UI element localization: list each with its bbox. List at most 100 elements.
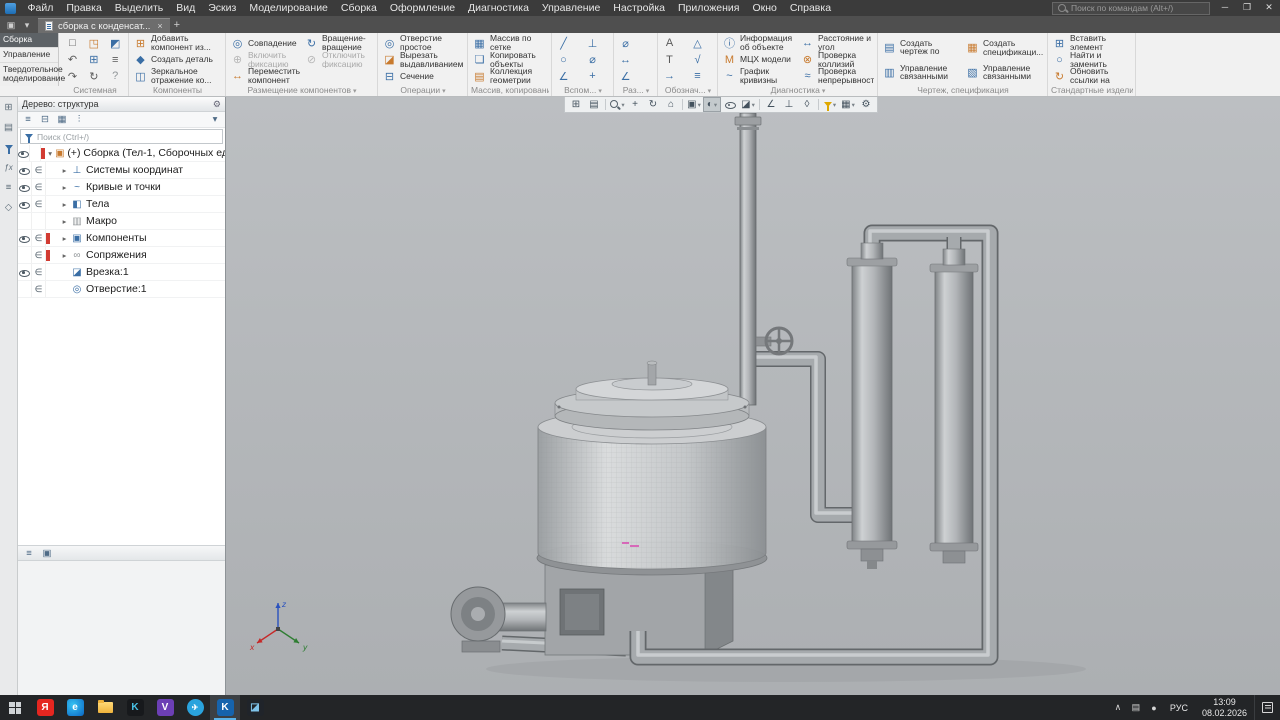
aux-line-icon[interactable]: ╱ [555, 35, 572, 51]
undo-icon[interactable]: ↶ [64, 52, 81, 68]
expand-arrow-icon[interactable]: ▾ [46, 149, 55, 158]
menu-item[interactable]: Файл [21, 0, 60, 16]
properties-icon[interactable]: ≡ [107, 52, 124, 68]
angle-dim-icon[interactable]: ∠ [617, 68, 634, 84]
taskbar-app-dark-icon[interactable]: K [120, 695, 150, 720]
menu-item[interactable]: Управление [535, 0, 606, 16]
collision-check-button[interactable]: ⊗Проверка коллизий [799, 52, 875, 69]
taskbar-yandex-icon[interactable]: Я [30, 695, 60, 720]
expand-arrow-icon[interactable]: ▸ [59, 251, 70, 260]
filter-funnel-icon[interactable] [2, 140, 16, 154]
expand-arrow-icon[interactable]: ▸ [59, 234, 70, 243]
tree-view-grouping-icon[interactable]: ▦ [54, 113, 70, 127]
close-button[interactable]: ✕ [1258, 0, 1280, 16]
menu-item[interactable]: Настройка [607, 0, 672, 16]
section-view-icon[interactable]: ◪▾ [739, 97, 757, 112]
include-icon[interactable]: ∈ [32, 247, 46, 263]
libraries-icon[interactable]: ◇ [2, 200, 16, 214]
manage-specifications-button[interactable]: ▧Управление связанными с... [964, 60, 1045, 85]
snap-icon[interactable]: ⊥ [780, 97, 798, 112]
start-button[interactable] [0, 695, 30, 720]
structure-icon[interactable]: ▤ [2, 120, 16, 134]
new-tab-button[interactable]: + [174, 18, 180, 33]
table-annotation-icon[interactable]: Т [661, 52, 678, 68]
3d-model-area[interactable]: z x y [226, 97, 1280, 695]
viewport[interactable]: ⊞ ▤ ▾ + ↻ ⌂ ▣▾ ◐▾ ◪▾ ∠ ⊥ ◊ ▾ ▦▾ ⚙ [226, 97, 1280, 695]
taskbar-browser-icon[interactable]: e [60, 695, 90, 720]
tree-item-hole[interactable]: ∈ ◎ Отверстие:1 [18, 281, 225, 298]
simple-hole-button[interactable]: ◎Отверстие простое [381, 35, 465, 52]
hide-objects-icon[interactable] [721, 97, 739, 112]
aux-circle-icon[interactable]: ○ [555, 52, 572, 68]
document-tab[interactable]: сборка с конденсат... × [38, 18, 170, 33]
messages-icon[interactable]: ≡ [2, 180, 16, 194]
menu-item[interactable]: Окно [746, 0, 783, 16]
tray-expand-icon[interactable]: ∧ [1109, 702, 1127, 713]
aux-perpendicular-icon[interactable]: ⊥ [584, 35, 601, 51]
command-search-input[interactable] [1071, 3, 1205, 13]
new-document-icon[interactable]: □ [64, 35, 81, 51]
pan-icon[interactable]: + [626, 97, 644, 112]
notification-center-button[interactable] [1254, 695, 1280, 720]
tree-settings-gear-icon[interactable]: ⚙ [213, 99, 221, 110]
open-document-icon[interactable]: ◳ [85, 35, 102, 51]
panels-layout-icon[interactable]: ⊞ [567, 97, 585, 112]
language-indicator[interactable]: РУС [1163, 703, 1195, 713]
section-button[interactable]: ⊟Сечение [381, 68, 465, 85]
menu-item[interactable]: Правка [60, 0, 108, 16]
tree-item-coordinate-systems[interactable]: ∈ ▸ ⊥ Системы координат [18, 162, 225, 179]
linear-dim-icon[interactable]: ↔ [617, 52, 634, 68]
create-specification-button[interactable]: ▦Создать спецификаци... [964, 35, 1045, 60]
menu-item[interactable]: Выделить [108, 0, 169, 16]
print-icon[interactable]: ⊞ [85, 52, 102, 68]
curvature-graph-button[interactable]: ~График кривизны [721, 68, 797, 85]
rotation-rotation-button[interactable]: ↻Вращение-вращение [303, 35, 375, 52]
viewport-gear-icon[interactable]: ⚙ [857, 97, 875, 112]
mirror-component-button[interactable]: ◫Зеркальное отражение ко... [132, 68, 223, 85]
tree-view-composition-icon[interactable]: ⊟ [37, 113, 53, 127]
scene-settings-icon[interactable]: ▦▾ [839, 97, 857, 112]
aux-cross-icon[interactable]: + [584, 68, 601, 84]
tree-view-structure-icon[interactable]: ≡ [20, 113, 36, 127]
taskbar-clock[interactable]: 13:09 08.02.2026 [1195, 697, 1254, 719]
include-icon[interactable]: ∈ [32, 281, 46, 297]
expand-arrow-icon[interactable]: ▸ [59, 166, 70, 175]
visibility-eye-icon[interactable] [19, 267, 30, 277]
tree-tab-grid-icon[interactable]: ▣ [39, 546, 55, 560]
create-part-button[interactable]: ◆Создать деталь [132, 52, 223, 69]
tree-pin-icon[interactable]: ▾ [207, 113, 223, 127]
tray-volume-icon[interactable]: ● [1145, 703, 1163, 713]
variables-fx-icon[interactable]: ƒx [2, 160, 16, 174]
expand-arrow-icon[interactable]: ▸ [59, 200, 70, 209]
display-mode-icon[interactable]: ◐▾ [703, 97, 721, 112]
orientation-cube-icon[interactable]: ▣▾ [685, 97, 703, 112]
filters-icon[interactable]: ▾ [821, 97, 839, 112]
menu-item[interactable]: Диагностика [462, 0, 536, 16]
include-icon[interactable]: ∈ [32, 179, 46, 195]
visibility-eye-icon[interactable] [18, 148, 29, 158]
mass-properties-button[interactable]: MМЦХ модели [721, 52, 797, 69]
object-info-button[interactable]: ⓘИнформация об объекте [721, 35, 797, 52]
visibility-eye-icon[interactable] [19, 233, 30, 243]
taskbar-app-purple-icon[interactable]: V [150, 695, 180, 720]
tree-search[interactable] [20, 129, 223, 144]
home-tab-icon[interactable]: ▣ [3, 18, 19, 33]
menu-item[interactable]: Приложения [672, 0, 746, 16]
move-component-button[interactable]: ↔Переместить компонент [229, 68, 301, 85]
taskbar-kompas-icon[interactable]: K [210, 695, 240, 720]
expand-arrow-icon[interactable]: ▸ [59, 183, 70, 192]
tree-item-assembly[interactable]: ▾ ▣ (+) Сборка (Тел-1, Сборочных единиц-… [18, 145, 225, 162]
coincidence-button[interactable]: ◎Совпадение [229, 35, 301, 52]
tree-item-cut[interactable]: ∈ ◪ Врезка:1 [18, 264, 225, 281]
find-replace-button[interactable]: ○Найти и заменить [1051, 52, 1133, 69]
tree-filter-icon[interactable] [25, 134, 33, 139]
create-drawing-button[interactable]: ▤Создать чертеж по модели [881, 35, 962, 60]
insert-element-button[interactable]: ⊞Вставить элемент [1051, 35, 1133, 52]
tree-item-curves-points[interactable]: ∈ ▸ ~ Кривые и точки [18, 179, 225, 196]
measure-angle-icon[interactable]: ∠ [762, 97, 780, 112]
continuity-check-button[interactable]: ≈Проверка непрерывности [799, 68, 875, 85]
menu-item[interactable]: Вид [170, 0, 202, 16]
taskbar-photos-icon[interactable]: ◪ [240, 695, 270, 720]
mode-tab-assembly[interactable]: Сборка [0, 33, 58, 48]
text-annotation-icon[interactable]: A [661, 35, 678, 51]
